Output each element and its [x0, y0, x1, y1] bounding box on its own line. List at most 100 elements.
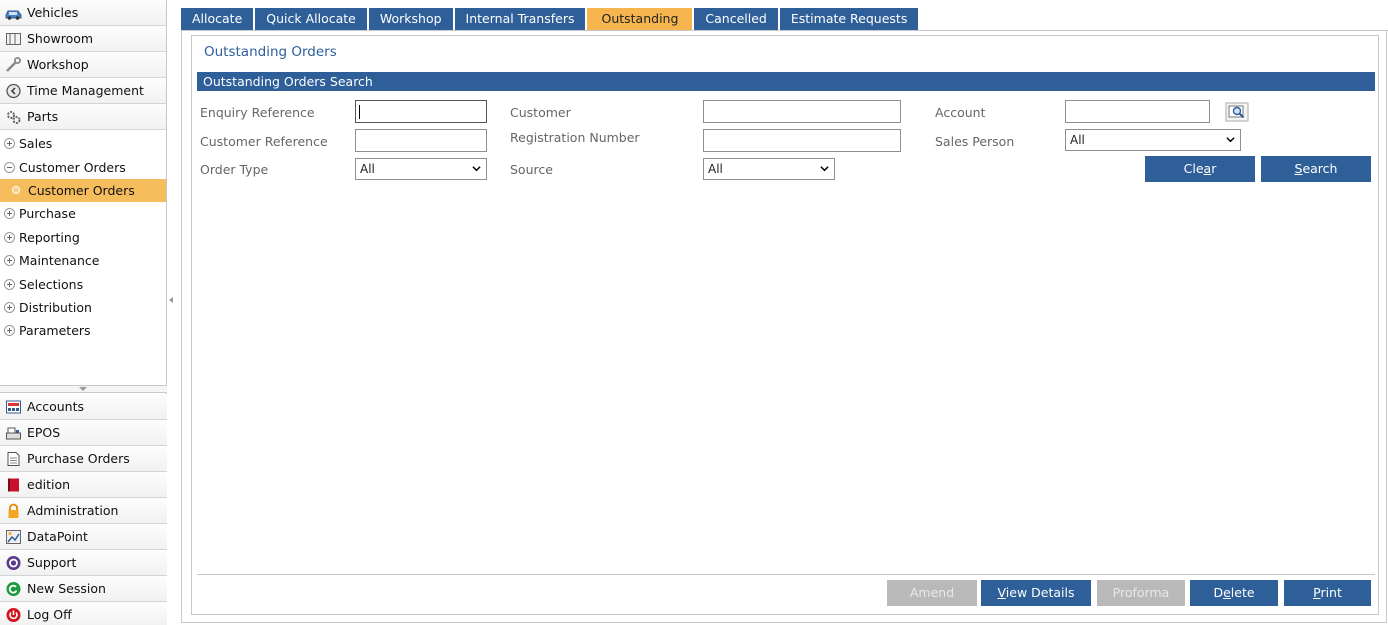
customer-reference-input[interactable]	[355, 129, 487, 152]
account-lookup-button[interactable]	[1224, 101, 1250, 123]
app-window: Vehicles Showroom Workshop Time Manageme…	[0, 0, 1388, 625]
button-accelerator: V	[997, 585, 1006, 600]
tree-item-customer-orders[interactable]: Customer Orders	[0, 155, 166, 178]
module-parts[interactable]: Parts	[0, 104, 166, 130]
navigation-tree: Sales Customer Orders Customer Orders Pu…	[0, 130, 166, 343]
tab-internal-transfers[interactable]: Internal Transfers	[454, 8, 586, 31]
account-input[interactable]	[1065, 100, 1210, 123]
module-showroom[interactable]: Showroom	[0, 26, 166, 52]
source-select[interactable]: All	[703, 158, 835, 180]
sales-person-select[interactable]: All	[1065, 129, 1241, 151]
enquiry-reference-input[interactable]	[355, 100, 487, 123]
page-title: Outstanding Orders	[204, 44, 337, 60]
module-log-off[interactable]: Log Off	[0, 602, 167, 625]
search-button[interactable]: Search	[1261, 156, 1371, 182]
module-label: Vehicles	[27, 5, 79, 20]
tree-item-parameters[interactable]: Parameters	[0, 319, 166, 342]
tree-item-distribution[interactable]: Distribution	[0, 296, 166, 319]
tree-item-label: Customer Orders	[28, 182, 135, 198]
amend-button[interactable]: Amend	[887, 580, 977, 606]
module-time-management[interactable]: Time Management	[0, 78, 166, 104]
tab-quick-allocate[interactable]: Quick Allocate	[255, 8, 367, 31]
module-new-session[interactable]: New Session	[0, 576, 167, 602]
module-label: Accounts	[27, 399, 84, 414]
sidebar-splitter[interactable]	[0, 385, 167, 393]
expand-icon[interactable]	[4, 301, 15, 313]
tree-item-label: Purchase	[19, 206, 76, 222]
select-value: All	[360, 162, 375, 176]
customer-input[interactable]	[703, 100, 901, 123]
collapse-icon[interactable]	[4, 161, 15, 173]
showroom-icon	[5, 31, 22, 47]
content-panel: Outstanding Orders Outstanding Orders Se…	[181, 31, 1387, 623]
outstanding-orders-page: Outstanding Orders Outstanding Orders Se…	[191, 35, 1379, 615]
tree-item-label: Parameters	[19, 323, 91, 339]
source-label: Source	[510, 162, 553, 177]
button-label: earch	[1302, 161, 1338, 176]
tab-estimate-requests[interactable]: Estimate Requests	[779, 8, 919, 31]
lock-icon	[5, 503, 22, 519]
module-datapoint[interactable]: DataPoint	[0, 524, 167, 550]
calculator-icon	[5, 399, 22, 415]
document-icon	[5, 451, 22, 467]
tree-item-selections[interactable]: Selections	[0, 272, 166, 295]
module-epos[interactable]: EPOS	[0, 420, 167, 446]
module-edition[interactable]: edition	[0, 472, 167, 498]
tree-item-purchase[interactable]: Purchase	[0, 202, 166, 225]
tree-item-label: Reporting	[19, 229, 80, 245]
delete-button[interactable]: Delete	[1190, 580, 1278, 606]
book-icon	[5, 477, 22, 493]
module-label: DataPoint	[27, 529, 88, 544]
module-label: edition	[27, 477, 71, 492]
till-icon	[5, 425, 22, 441]
module-support[interactable]: Support	[0, 550, 167, 576]
tree-item-reporting[interactable]: Reporting	[0, 226, 166, 249]
clock-icon	[5, 83, 22, 99]
order-type-select[interactable]: All	[355, 158, 487, 180]
module-accounts[interactable]: Accounts	[0, 394, 167, 420]
clear-button[interactable]: Clear	[1145, 156, 1255, 182]
button-label: lete	[1230, 585, 1255, 600]
vehicle-icon	[5, 5, 22, 21]
module-label: Log Off	[27, 607, 72, 622]
tab-bar: Allocate Quick Allocate Workshop Interna…	[181, 8, 920, 31]
tree-item-sales[interactable]: Sales	[0, 132, 166, 155]
module-label: Parts	[27, 109, 59, 124]
expand-icon[interactable]	[4, 208, 15, 220]
select-value: All	[708, 162, 723, 176]
module-label: Workshop	[27, 57, 89, 72]
expand-icon[interactable]	[4, 255, 15, 267]
module-administration[interactable]: Administration	[0, 498, 167, 524]
tab-cancelled[interactable]: Cancelled	[694, 8, 778, 31]
text-caret	[359, 105, 360, 119]
module-label: Showroom	[27, 31, 94, 46]
support-icon	[5, 555, 22, 571]
expand-icon[interactable]	[4, 231, 15, 243]
sidebar-collapse-handle[interactable]	[168, 295, 174, 305]
registration-number-input[interactable]	[703, 129, 901, 152]
print-button[interactable]: Print	[1284, 580, 1371, 606]
tab-allocate[interactable]: Allocate	[181, 8, 254, 31]
expand-icon[interactable]	[4, 278, 15, 290]
expand-icon[interactable]	[4, 138, 15, 150]
tab-outstanding[interactable]: Outstanding	[587, 8, 693, 31]
module-purchase-orders[interactable]: Purchase Orders	[0, 446, 167, 472]
button-label: D	[1213, 585, 1224, 600]
tree-item-maintenance[interactable]: Maintenance	[0, 249, 166, 272]
button-label: Cle	[1183, 161, 1204, 176]
button-label: r	[1211, 161, 1217, 176]
expand-icon[interactable]	[4, 325, 15, 337]
tree-item-label: Distribution	[19, 299, 92, 315]
module-workshop[interactable]: Workshop	[0, 52, 166, 78]
wrench-icon	[5, 56, 22, 73]
tree-item-label: Sales	[19, 136, 53, 152]
tree-item-customer-orders-selected[interactable]: Customer Orders	[0, 178, 166, 203]
proforma-button[interactable]: Proforma	[1097, 580, 1185, 606]
footer-divider	[197, 574, 1375, 575]
module-vehicles[interactable]: Vehicles	[0, 0, 166, 26]
view-details-button[interactable]: View Details	[981, 580, 1091, 606]
order-type-label: Order Type	[200, 162, 269, 177]
tab-workshop[interactable]: Workshop	[368, 8, 453, 31]
top-modules: Vehicles Showroom Workshop Time Manageme…	[0, 0, 166, 130]
chevron-down-icon	[1226, 137, 1235, 143]
